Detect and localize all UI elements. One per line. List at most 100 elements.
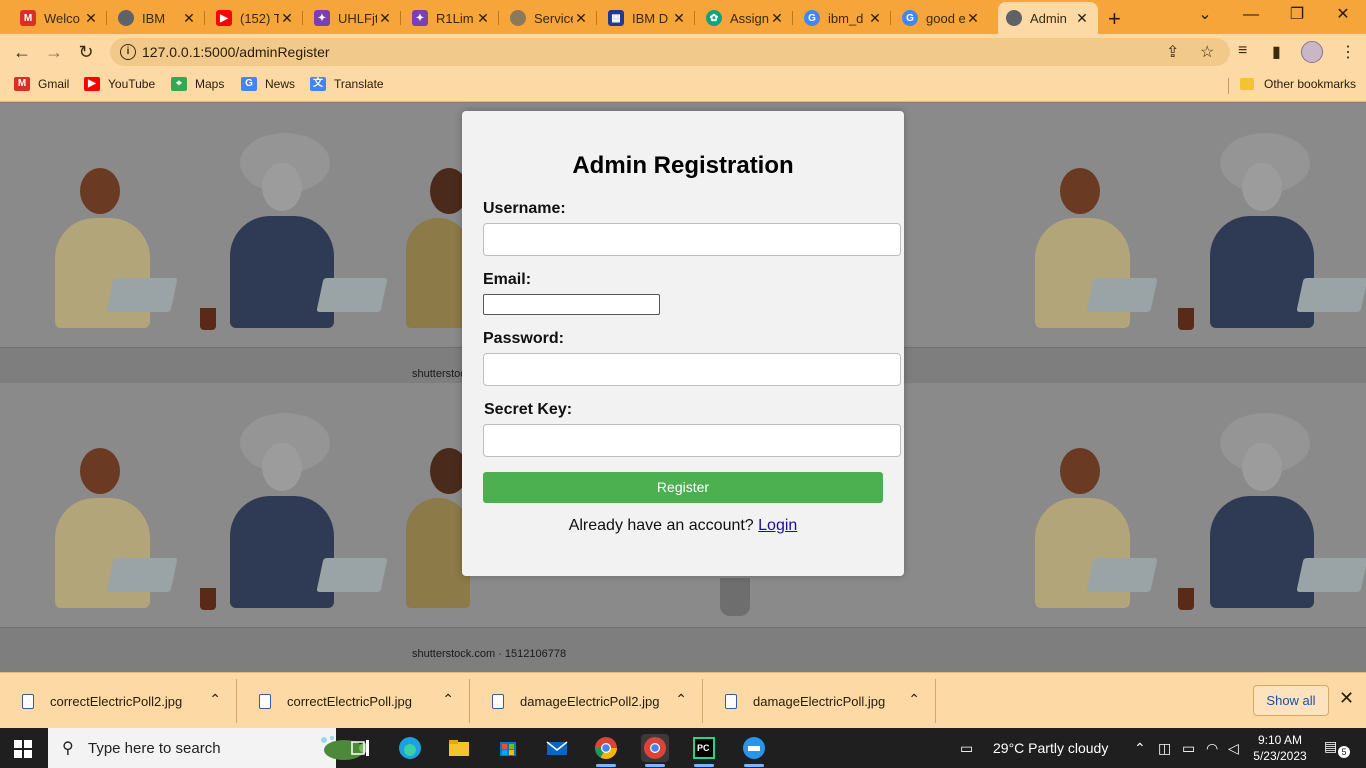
bookmark-maps[interactable]: ⌖ Maps <box>171 77 224 91</box>
reading-list-icon[interactable]: ≡ <box>1238 42 1247 60</box>
close-tab-icon[interactable]: ✕ <box>867 10 883 27</box>
share-icon[interactable]: ⇪ <box>1166 42 1179 62</box>
username-label: Username: <box>483 200 566 217</box>
tab-search-icon[interactable]: ⌄ <box>1182 0 1228 32</box>
cup-illustration <box>200 588 216 610</box>
close-downloads-icon[interactable]: ✕ <box>1339 688 1354 709</box>
chevron-up-icon[interactable]: ⌃ <box>908 691 920 708</box>
back-icon[interactable]: ← <box>10 40 34 64</box>
notification-count-badge: 5 <box>1338 746 1350 758</box>
tab-admin[interactable]: Admin ✕ <box>998 2 1098 34</box>
download-filename: damageElectricPoll2.jpg <box>520 693 660 709</box>
restore-icon[interactable]: ❐ <box>1274 0 1320 32</box>
login-prompt-text: Already have an account? <box>568 517 754 534</box>
tab-assign[interactable]: ✿ Assign ✕ <box>698 4 793 32</box>
secret-key-input[interactable] <box>483 424 901 457</box>
other-bookmarks[interactable]: Other bookmarks <box>1240 77 1356 91</box>
edge-icon[interactable] <box>396 734 424 762</box>
weather-text[interactable]: 29°C Partly cloudy <box>993 740 1108 756</box>
agent-illustration <box>400 158 470 328</box>
close-tab-icon[interactable]: ✕ <box>475 10 491 27</box>
chevron-up-icon[interactable]: ⌃ <box>675 691 687 708</box>
bookmark-star-icon[interactable]: ☆ <box>1200 42 1214 62</box>
system-clock[interactable]: 9:10 AM 5/23/2023 <box>1250 732 1310 764</box>
download-item[interactable]: correctElectricPoll.jpg ⌃ <box>237 673 470 729</box>
side-panel-icon[interactable]: ▮ <box>1272 42 1281 62</box>
windows-taskbar: ⚲ Type here to search PC ▭ 29°C Partly c… <box>0 728 1366 768</box>
download-item[interactable]: damageElectricPoll.jpg ⌃ <box>703 673 936 729</box>
menu-icon[interactable]: ⋮ <box>1340 42 1356 62</box>
new-tab-icon[interactable]: + <box>1108 6 1121 32</box>
task-view-icon[interactable] <box>346 734 374 762</box>
tab-uhlf[interactable]: ✦ UHLFjt ✕ <box>306 4 401 32</box>
notifications-icon[interactable]: ▤ <box>1324 738 1337 755</box>
divider <box>0 627 1366 628</box>
close-tab-icon[interactable]: ✕ <box>377 10 393 27</box>
tray-chevron-up-icon[interactable]: ⌃ <box>1134 740 1146 757</box>
minimize-icon[interactable]: — <box>1228 0 1274 32</box>
close-tab-icon[interactable]: ✕ <box>965 10 981 27</box>
close-tab-icon[interactable]: ✕ <box>671 10 687 27</box>
chevron-up-icon[interactable]: ⌃ <box>209 691 221 708</box>
tab-good-e[interactable]: G good e ✕ <box>894 4 989 32</box>
profile-avatar[interactable] <box>1301 41 1323 63</box>
bookmark-news[interactable]: G News <box>241 77 295 91</box>
weather-icon[interactable]: ▭ <box>960 740 973 757</box>
download-item[interactable]: correctElectricPoll2.jpg ⌃ <box>0 673 237 729</box>
close-window-icon[interactable]: ✕ <box>1320 0 1366 32</box>
tab-r1lim[interactable]: ✦ R1Lim ✕ <box>404 4 499 32</box>
register-button[interactable]: Register <box>483 472 883 503</box>
login-link[interactable]: Login <box>758 517 797 534</box>
image-file-icon <box>492 693 504 709</box>
site-info-icon[interactable]: i <box>120 44 136 60</box>
url-text[interactable]: 127.0.0.1:5000/adminRegister <box>142 44 330 60</box>
close-tab-icon[interactable]: ✕ <box>279 10 295 27</box>
cup-illustration <box>200 308 216 330</box>
close-tab-icon[interactable]: ✕ <box>181 10 197 27</box>
openai-icon: ✿ <box>706 10 722 26</box>
tab-ibm-d-google[interactable]: G ibm_d ✕ <box>796 4 891 32</box>
email-input[interactable] <box>483 294 660 315</box>
search-icon: ⚲ <box>62 740 74 757</box>
tab-gmail[interactable]: M Welco ✕ <box>12 4 107 32</box>
agent-illustration <box>400 438 470 608</box>
forward-icon[interactable]: → <box>42 40 66 64</box>
close-tab-icon[interactable]: ✕ <box>573 10 589 27</box>
chevron-up-icon[interactable]: ⌃ <box>442 691 454 708</box>
tab-strip: M Welco ✕ IBM ✕ ▶ (152) T ✕ ✦ UHLFjt ✕ ✦… <box>0 0 1366 34</box>
gmail-icon: M <box>14 77 30 91</box>
address-bar[interactable]: i 127.0.0.1:5000/adminRegister ⇪ ☆ <box>110 38 1230 66</box>
bookmark-translate[interactable]: 文 Translate <box>310 77 384 91</box>
volume-icon[interactable]: ◁ <box>1228 740 1239 757</box>
bookmark-gmail[interactable]: M Gmail <box>14 77 69 91</box>
tab-youtube[interactable]: ▶ (152) T ✕ <box>208 4 303 32</box>
tab-ibm-d[interactable]: ▦ IBM D ✕ <box>600 4 695 32</box>
bookmark-youtube[interactable]: ▶ YouTube <box>84 77 155 91</box>
meet-now-icon[interactable]: ◫ <box>1158 740 1171 757</box>
username-input[interactable] <box>483 223 901 256</box>
chrome-profile-icon[interactable] <box>641 734 669 767</box>
laptop-illustration <box>1296 278 1366 312</box>
battery-icon[interactable]: ▭ <box>1182 740 1195 757</box>
chrome-icon[interactable] <box>592 734 620 767</box>
wifi-icon[interactable]: ◠ <box>1206 740 1218 757</box>
mail-icon[interactable] <box>543 734 571 762</box>
file-explorer-icon[interactable] <box>445 734 473 762</box>
download-item[interactable]: damageElectricPoll2.jpg ⌃ <box>470 673 703 729</box>
windows-start-icon[interactable] <box>14 740 32 758</box>
reload-icon[interactable]: ↻ <box>74 40 98 64</box>
show-all-button[interactable]: Show all <box>1253 685 1329 716</box>
secret-key-label: Secret Key: <box>484 401 573 418</box>
microsoft-store-icon[interactable] <box>494 734 522 762</box>
youtube-icon: ▶ <box>84 77 100 91</box>
close-tab-icon[interactable]: ✕ <box>769 10 785 27</box>
tab-service[interactable]: Service ✕ <box>502 4 597 32</box>
close-tab-icon[interactable]: ✕ <box>83 10 99 27</box>
close-tab-icon[interactable]: ✕ <box>1074 10 1090 27</box>
docker-icon[interactable] <box>740 734 768 767</box>
tab-ibm[interactable]: IBM ✕ <box>110 4 205 32</box>
bookmarks-divider <box>1228 78 1229 94</box>
password-input[interactable] <box>483 353 901 386</box>
pycharm-icon[interactable]: PC <box>690 734 718 767</box>
taskbar-search[interactable]: ⚲ Type here to search <box>48 728 369 768</box>
